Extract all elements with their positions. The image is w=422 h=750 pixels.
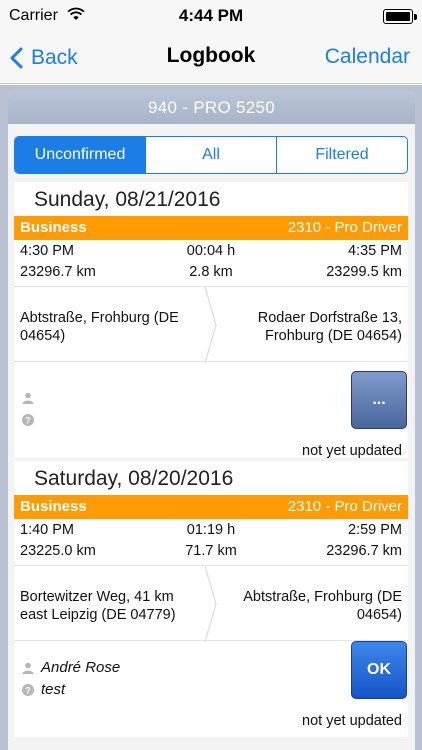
duration: 00:04 h <box>186 243 236 259</box>
category-bar: Business 2310 - Pro Driver <box>14 216 408 240</box>
update-status: not yet updated <box>302 443 402 459</box>
driver-name: André Rose <box>41 659 121 676</box>
person-icon <box>22 392 34 404</box>
navigation-bar: Back Logbook Calendar <box>0 32 422 84</box>
segment-filtered[interactable]: Filtered <box>276 137 407 173</box>
duration: 01:19 h <box>186 522 236 538</box>
time-row: 4:30 PM 00:04 h 4:35 PM <box>14 243 408 263</box>
start-time: 4:30 PM <box>20 243 74 259</box>
calendar-button[interactable]: Calendar <box>325 45 410 69</box>
distance: 71.7 km <box>185 543 237 559</box>
segment-unconfirmed[interactable]: Unconfirmed <box>15 137 145 173</box>
route-to: Abtstraße, Frohburg (DE 04654) <box>243 589 402 623</box>
segment-all[interactable]: All <box>145 137 276 173</box>
trip-driver: 2310 - Pro Driver <box>287 219 402 236</box>
trip-card[interactable]: Saturday, 08/20/2016 Business 2310 - Pro… <box>14 461 408 737</box>
trip-date: Sunday, 08/21/2016 <box>34 188 221 211</box>
vehicle-header: 940 - PRO 5250 <box>8 92 415 124</box>
route-from: Abtstraße, Frohburg (DE 04654) <box>20 310 179 344</box>
route-box: Bortewitzer Weg, 41 km east Leipzig (DE … <box>14 565 408 642</box>
help-icon: ? <box>22 684 34 696</box>
end-km: 23299.5 km <box>326 264 402 280</box>
route-box: Abtstraße, Frohburg (DE 04654) Rodaer Do… <box>14 286 408 363</box>
battery-icon <box>383 9 417 24</box>
start-km: 23296.7 km <box>20 264 96 280</box>
route-from: Bortewitzer Weg, 41 km east Leipzig (DE … <box>20 589 176 623</box>
distance: 2.8 km <box>189 264 233 280</box>
ok-button[interactable]: OK <box>351 641 407 699</box>
time-row: 1:40 PM 01:19 h 2:59 PM <box>14 522 408 542</box>
person-icon <box>22 662 34 674</box>
help-icon: ? <box>22 414 34 426</box>
status-bar: Carrier 4:44 PM <box>0 0 422 32</box>
start-time: 1:40 PM <box>20 522 74 538</box>
trip-date: Saturday, 08/20/2016 <box>34 467 234 490</box>
clock: 4:44 PM <box>178 6 244 25</box>
svg-text:?: ? <box>25 685 31 695</box>
trip-list[interactable]: Sunday, 08/21/2016 Business 2310 - Pro D… <box>14 182 408 750</box>
trip-card[interactable]: Sunday, 08/21/2016 Business 2310 - Pro D… <box>14 182 408 459</box>
trip-category: Business <box>20 498 87 515</box>
end-km: 23296.7 km <box>326 543 402 559</box>
logbook-panel: 940 - PRO 5250 Unconfirmed All Filtered … <box>8 92 415 750</box>
trip-category: Business <box>20 219 87 236</box>
route-to: Rodaer Dorfstraße 13, Frohburg (DE 04654… <box>257 310 402 344</box>
odometer-row: 23225.0 km 71.7 km 23296.7 km <box>14 543 408 563</box>
svg-text:?: ? <box>25 415 31 425</box>
odometer-row: 23296.7 km 2.8 km 23299.5 km <box>14 264 408 284</box>
trip-driver: 2310 - Pro Driver <box>287 498 402 515</box>
filter-segmented-control: Unconfirmed All Filtered <box>14 136 408 174</box>
start-km: 23225.0 km <box>20 543 96 559</box>
category-bar: Business 2310 - Pro Driver <box>14 495 408 519</box>
trip-note: test <box>41 681 66 698</box>
end-time: 4:35 PM <box>348 243 402 259</box>
end-time: 2:59 PM <box>348 522 402 538</box>
back-button[interactable]: Back <box>10 42 78 74</box>
update-status: not yet updated <box>302 713 402 729</box>
back-label: Back <box>31 46 78 69</box>
chevron-left-icon <box>10 47 23 69</box>
more-button[interactable]: ... <box>351 371 407 429</box>
